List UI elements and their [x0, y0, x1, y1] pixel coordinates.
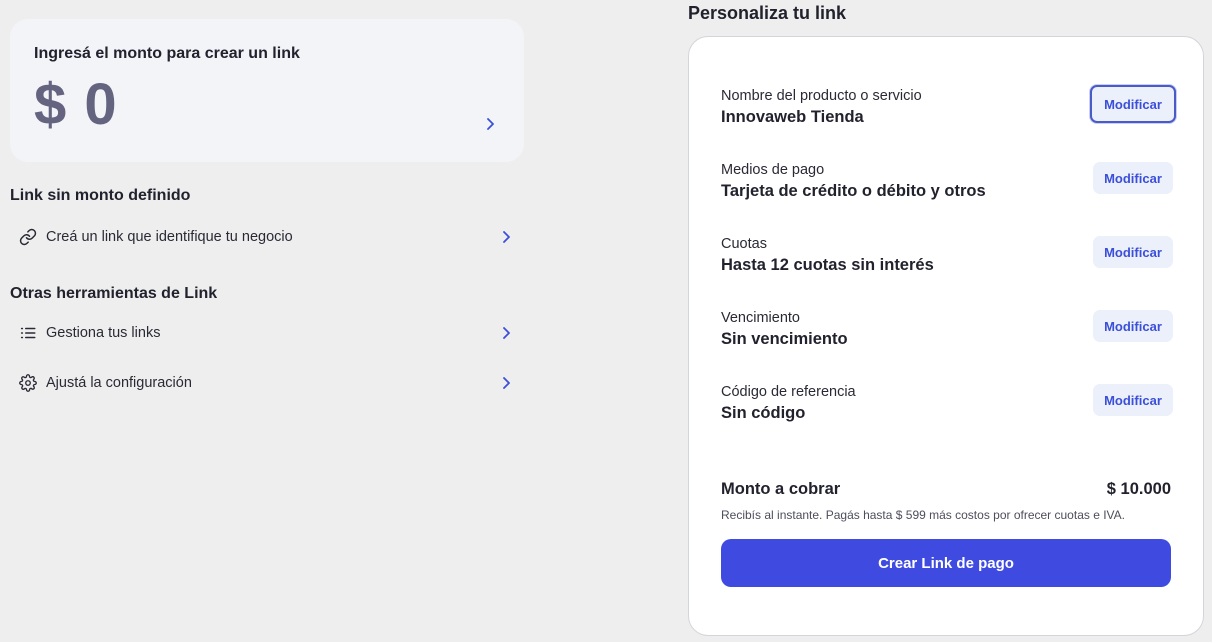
field-product-name: Nombre del producto o servicio Innovaweb…	[721, 85, 1176, 136]
settings-label: Ajustá la configuración	[46, 375, 192, 391]
settings-item[interactable]: Ajustá la configuración	[18, 370, 520, 396]
modify-product-name-button[interactable]: Modificar	[1090, 85, 1176, 123]
manage-links-label: Gestiona tus links	[46, 325, 161, 341]
gear-icon	[18, 373, 38, 393]
field-value: Innovaweb Tienda	[721, 108, 864, 126]
create-business-link-label: Creá un link que identifique tu negocio	[46, 229, 293, 245]
field-label: Medios de pago	[721, 162, 825, 178]
field-value: Tarjeta de crédito o débito y otros	[721, 182, 986, 200]
modify-payment-methods-button[interactable]: Modificar	[1093, 162, 1173, 194]
field-installments: Cuotas Hasta 12 cuotas sin interés Modif…	[721, 236, 1173, 284]
panel-title: Personaliza tu link	[688, 3, 847, 23]
chevron-right-icon	[503, 377, 510, 389]
total-note: Recibís al instante. Pagás hasta $ 599 m…	[721, 508, 1125, 522]
amount-value: $ 0	[34, 72, 118, 137]
field-label: Código de referencia	[721, 384, 856, 400]
field-payment-methods: Medios de pago Tarjeta de crédito o débi…	[721, 162, 1173, 210]
field-reference-code: Código de referencia Sin código Modifica…	[721, 384, 1173, 432]
link-icon	[18, 227, 38, 247]
section-title-other-tools: Otras herramientas de Link	[10, 285, 218, 302]
chevron-right-icon	[503, 231, 510, 243]
field-label: Vencimiento	[721, 310, 800, 326]
field-value: Sin código	[721, 404, 806, 422]
manage-links-item[interactable]: Gestiona tus links	[18, 320, 520, 346]
create-business-link-item[interactable]: Creá un link que identifique tu negocio	[18, 224, 520, 250]
total-value: $ 10.000	[1106, 480, 1171, 498]
list-icon	[18, 323, 38, 343]
section-title-no-amount: Link sin monto definido	[10, 187, 191, 204]
field-label: Nombre del producto o servicio	[721, 88, 922, 104]
modify-expiration-button[interactable]: Modificar	[1093, 310, 1173, 342]
modify-installments-button[interactable]: Modificar	[1093, 236, 1173, 268]
field-value: Sin vencimiento	[721, 330, 848, 348]
amount-card[interactable]: Ingresá el monto para crear un link $ 0	[10, 19, 524, 162]
customize-panel: Nombre del producto o servicio Innovaweb…	[688, 36, 1204, 636]
chevron-right-icon	[503, 327, 510, 339]
amount-prompt: Ingresá el monto para crear un link	[34, 45, 300, 62]
create-payment-link-button[interactable]: Crear Link de pago	[721, 539, 1171, 587]
chevron-right-icon[interactable]	[484, 115, 498, 133]
field-value: Hasta 12 cuotas sin interés	[721, 256, 934, 274]
field-expiration: Vencimiento Sin vencimiento Modificar	[721, 310, 1173, 358]
field-label: Cuotas	[721, 236, 767, 252]
modify-reference-code-button[interactable]: Modificar	[1093, 384, 1173, 416]
total-label: Monto a cobrar	[721, 480, 841, 498]
